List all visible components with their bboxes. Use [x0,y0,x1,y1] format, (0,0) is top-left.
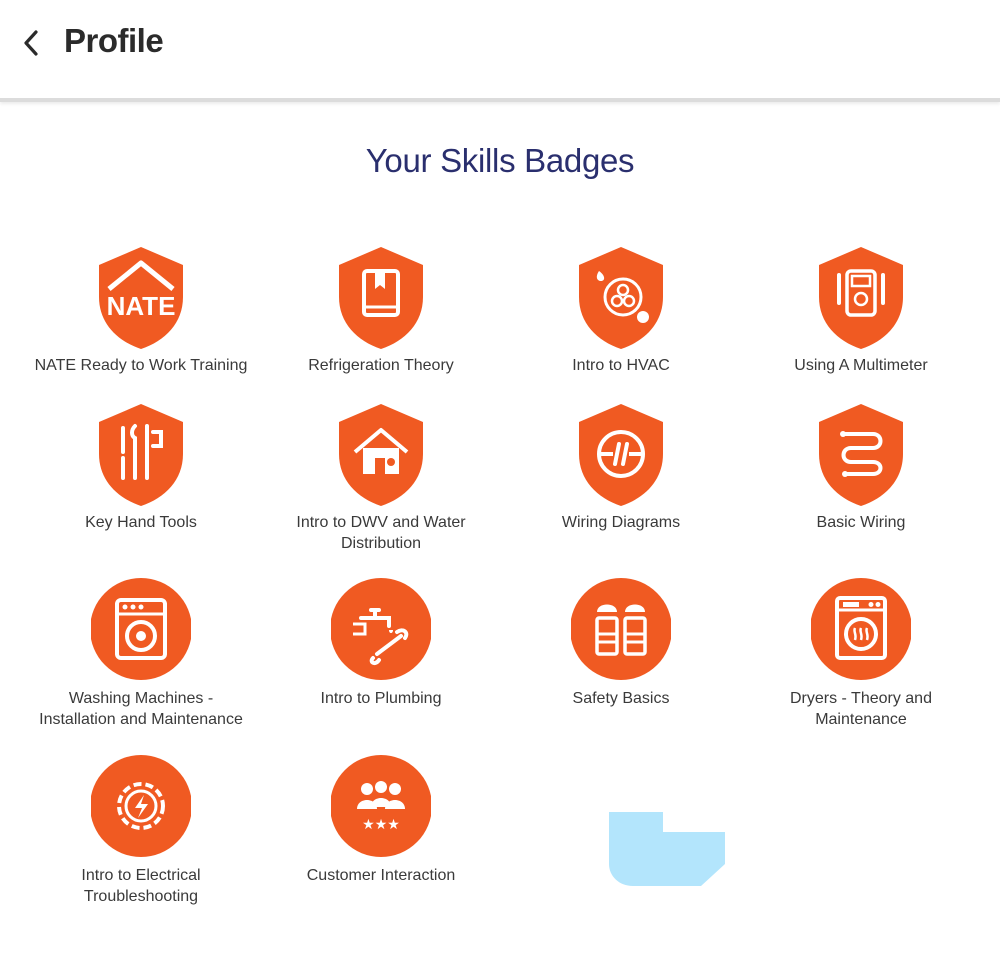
nate-shield-icon: NATE [99,247,183,349]
nate-logo-text: NATE [107,291,176,321]
faucet-wrench-icon [331,578,431,680]
badge-label: Using A Multimeter [794,357,928,374]
chevron-left-icon [24,30,38,56]
house-plumbing-shield-icon [339,404,423,506]
badge-label: Washing Machines - Installation and Main… [39,690,243,728]
wiring-diagram-shield-icon [579,404,663,506]
washing-machine-icon [91,578,191,680]
safety-vest-icon [571,578,671,680]
badge-label: Safety Basics [572,690,670,707]
customer-rating-icon: ★★★ [331,755,431,857]
badge-wiring-diagrams[interactable]: Wiring Diagrams [501,402,741,533]
badge-intro-plumbing[interactable]: Intro to Plumbing [261,578,501,709]
dryer-icon [811,578,911,680]
hvac-fan-shield-icon [579,247,663,349]
badge-label: NATE Ready to Work Training [34,357,248,374]
badge-nate-ready[interactable]: NATE NATE Ready to Work Training [21,245,261,376]
hand-tools-shield-icon [99,404,183,506]
badge-basic-wiring[interactable]: Basic Wiring [741,402,981,533]
badge-label: Key Hand Tools [85,514,197,531]
section-title: Your Skills Badges [365,142,635,179]
app-header: Profile [0,0,1000,102]
back-button[interactable] [18,26,44,60]
badge-using-multimeter[interactable]: Using A Multimeter [741,245,981,376]
badge-customer-interaction[interactable]: ★★★ Customer Interaction [261,755,501,886]
badge-washing-machines[interactable]: Washing Machines - Installation and Main… [21,578,261,730]
badge-dryers[interactable]: Dryers - Theory and Maintenance [741,578,981,730]
electrical-gear-icon [91,755,191,857]
badge-label: Wiring Diagrams [561,514,681,531]
badge-intro-electrical[interactable]: Intro to Electrical Troubleshooting [21,755,261,907]
badge-key-hand-tools[interactable]: Key Hand Tools [21,402,261,533]
svg-text:★★★: ★★★ [362,817,400,833]
badge-safety-basics[interactable]: Safety Basics [501,578,741,709]
badge-label: Dryers - Theory and Maintenance [790,690,932,728]
selection-overlay [609,812,725,886]
badge-label: Customer Interaction [306,867,456,884]
badge-label: Intro to Electrical Troubleshooting [81,867,201,905]
page-title: Profile [64,22,164,59]
badge-intro-hvac[interactable]: Intro to HVAC [501,245,741,376]
wire-coil-shield-icon [819,404,903,506]
multimeter-shield-icon [819,247,903,349]
badge-refrigeration-theory[interactable]: Refrigeration Theory [261,245,501,376]
badge-label: Basic Wiring [816,514,906,531]
badge-label: Intro to HVAC [572,357,670,374]
badge-label: Intro to Plumbing [320,690,442,707]
badge-intro-dwv[interactable]: Intro to DWV and Water Distribution [261,402,501,554]
badge-label: Intro to DWV and Water Distribution [296,514,466,552]
badge-label: Refrigeration Theory [308,357,454,374]
book-shield-icon [339,247,423,349]
